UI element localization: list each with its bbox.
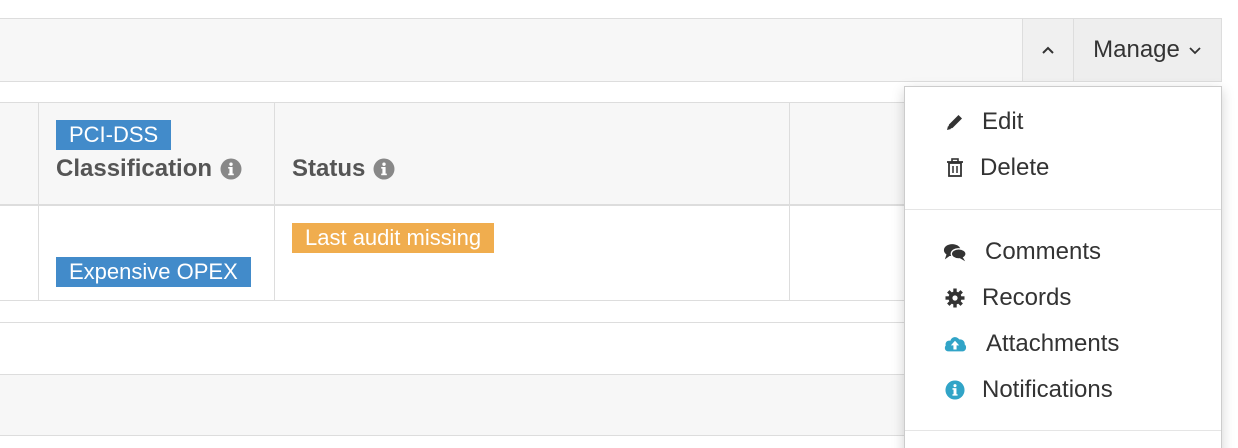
menu-item-edit[interactable]: Edit <box>905 100 1221 144</box>
column-divider <box>274 103 275 207</box>
menu-item-records[interactable]: Records <box>905 276 1221 320</box>
manage-dropdown-button[interactable]: Manage <box>1073 19 1221 81</box>
info-circle-icon[interactable] <box>220 158 242 180</box>
manage-dropdown-menu: Edit Delete Comments Records Attachments… <box>904 86 1222 448</box>
menu-item-attachments[interactable]: Attachments <box>905 322 1221 366</box>
column-divider <box>274 206 275 300</box>
menu-item-comments[interactable]: Comments <box>905 230 1221 274</box>
menu-item-delete[interactable]: Delete <box>905 146 1221 190</box>
manage-label: Manage <box>1093 36 1180 63</box>
column-header-label: Status <box>292 155 366 182</box>
panel-header: Manage <box>0 18 1222 82</box>
menu-item-label: Attachments <box>986 330 1120 357</box>
menu-item-label: Edit <box>982 108 1024 135</box>
column-divider <box>789 103 790 207</box>
column-divider <box>38 103 39 207</box>
classification-tag: PCI-DSS <box>56 120 172 150</box>
menu-item-label: Delete <box>980 154 1050 181</box>
column-header-status[interactable]: Status <box>292 155 395 183</box>
chevron-up-icon <box>1042 46 1054 54</box>
trash-icon <box>943 156 967 180</box>
info-circle-icon[interactable] <box>373 158 395 180</box>
gear-icon <box>943 286 967 310</box>
menu-item-label: Comments <box>985 238 1102 265</box>
menu-divider <box>905 209 1221 210</box>
classification-tag: Expensive OPEX <box>56 257 251 287</box>
column-divider <box>38 206 39 300</box>
menu-divider <box>905 430 1221 431</box>
info-circle-icon <box>943 378 967 402</box>
comments-icon <box>943 240 967 264</box>
cloud-upload-icon <box>943 332 967 356</box>
chevron-down-icon <box>1189 47 1201 55</box>
collapse-button[interactable] <box>1022 19 1073 81</box>
column-header-classification[interactable]: Classification <box>56 155 242 183</box>
menu-item-label: Records <box>982 284 1072 311</box>
pencil-icon <box>943 110 967 134</box>
column-header-label: Classification <box>56 155 213 182</box>
menu-item-label: Notifications <box>982 376 1113 403</box>
column-divider <box>789 206 790 300</box>
menu-item-notifications[interactable]: Notifications <box>905 368 1221 412</box>
status-badge: Last audit missing <box>292 223 495 253</box>
